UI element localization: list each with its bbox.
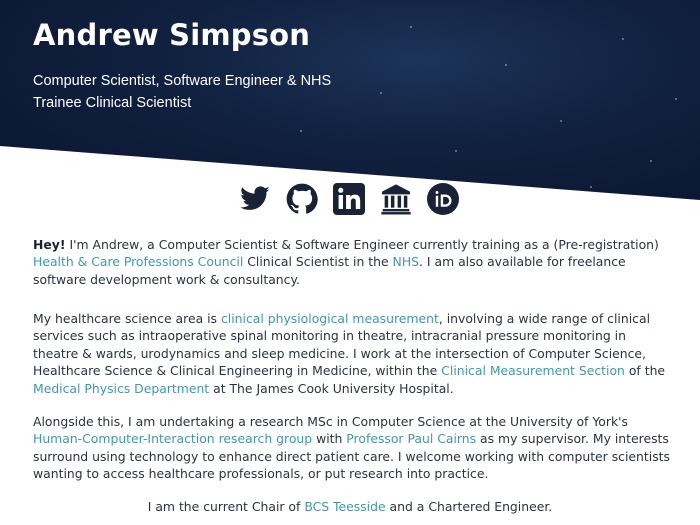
github-icon[interactable] (286, 183, 318, 215)
institution-icon[interactable] (380, 183, 412, 215)
nhs-link[interactable]: NHS (393, 254, 419, 269)
bcs-link[interactable]: BCS Teesside (304, 499, 385, 514)
research-paragraph: Alongside this, I am undertaking a resea… (33, 414, 670, 482)
hci-link[interactable]: Human-Computer-Interaction research grou… (33, 431, 312, 446)
mpd-link[interactable]: Medical Physics Department (33, 381, 209, 396)
page-title: Andrew Simpson (33, 18, 311, 52)
professor-link[interactable]: Professor Paul Cairns (346, 431, 476, 446)
greeting: Hey! (33, 237, 66, 252)
healthcare-paragraph: My healthcare science area is clinical p… (33, 311, 666, 396)
social-links (239, 183, 459, 215)
hcpc-link[interactable]: Health & Care Professions Council (33, 254, 243, 269)
hero-banner: Andrew Simpson Computer Scientist, Softw… (0, 0, 700, 200)
twitter-icon[interactable] (239, 183, 271, 215)
chair-paragraph: I am the current Chair of BCS Teesside a… (147, 499, 553, 514)
about-section: Hey! I'm Andrew, a Computer Scientist & … (33, 236, 673, 481)
linkedin-icon[interactable] (333, 183, 365, 215)
cpm-link[interactable]: clinical physiological measurement (221, 311, 439, 326)
intro-paragraph: Hey! I'm Andrew, a Computer Scientist & … (33, 237, 659, 287)
subtitle: Computer Scientist, Software Engineer & … (33, 73, 332, 111)
cms-link[interactable]: Clinical Measurement Section (441, 363, 625, 378)
orcid-icon[interactable] (427, 183, 459, 215)
